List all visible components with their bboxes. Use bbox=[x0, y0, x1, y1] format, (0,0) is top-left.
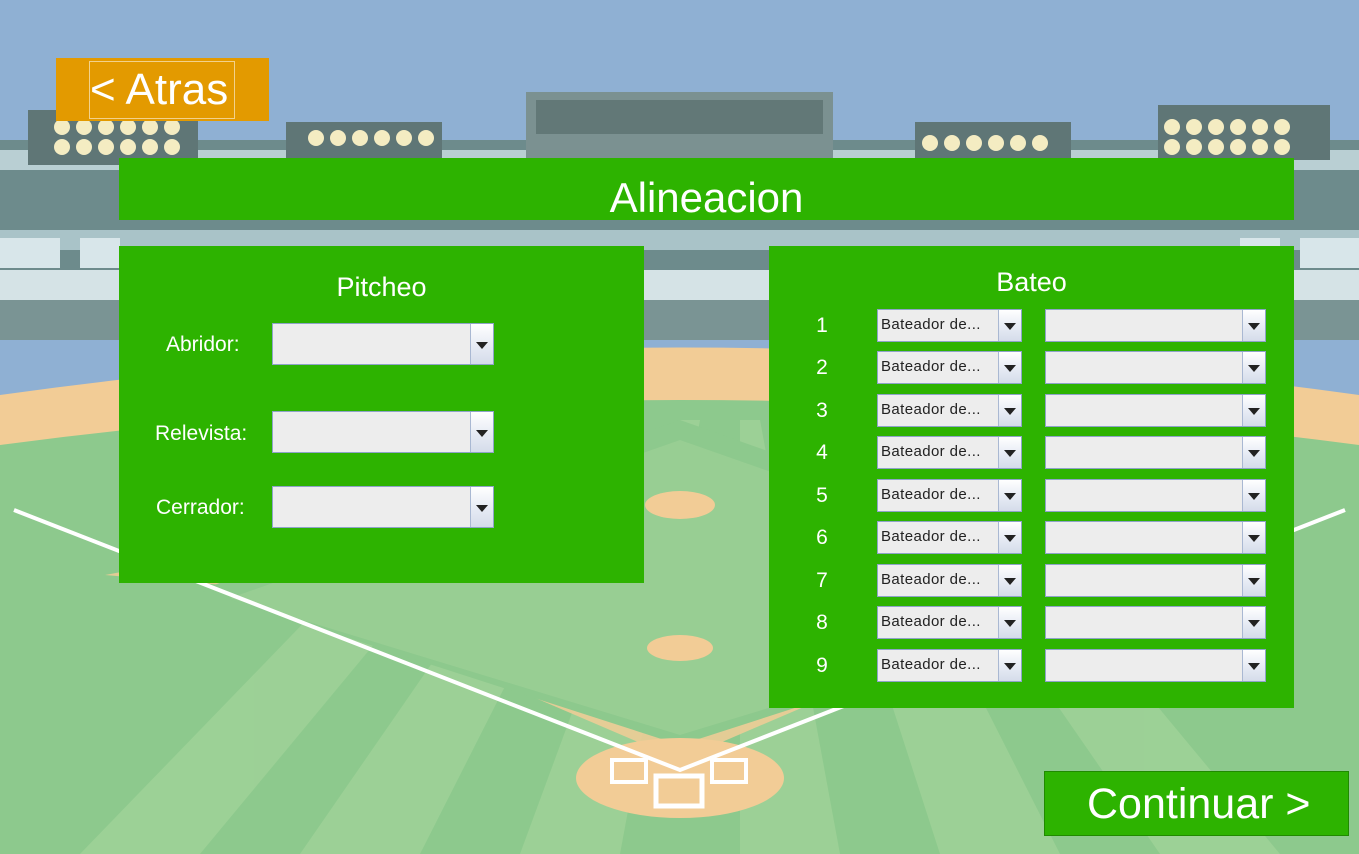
starter-select[interactable] bbox=[272, 323, 494, 365]
batter-player-value bbox=[1049, 565, 1239, 596]
chevron-down-icon[interactable] bbox=[998, 522, 1021, 553]
chevron-down-icon[interactable] bbox=[998, 565, 1021, 596]
chevron-down-icon[interactable] bbox=[470, 324, 493, 364]
chevron-down-icon[interactable] bbox=[1242, 395, 1265, 426]
batter-player-select[interactable] bbox=[1045, 436, 1266, 469]
chevron-down-icon[interactable] bbox=[1242, 607, 1265, 638]
batter-player-select[interactable] bbox=[1045, 649, 1266, 682]
batting-panel: Bateo 1 Bateador de... 2 Bateador de... … bbox=[769, 246, 1294, 708]
back-button-label: < Atras bbox=[90, 65, 229, 114]
batter-player-value bbox=[1049, 480, 1239, 511]
starter-label: Abridor: bbox=[166, 333, 240, 356]
batter-player-value bbox=[1049, 522, 1239, 553]
batter-role-select[interactable]: Bateador de... bbox=[877, 394, 1022, 427]
batter-role-value: Bateador de... bbox=[881, 358, 981, 375]
chevron-down-icon[interactable] bbox=[998, 437, 1021, 468]
chevron-down-icon[interactable] bbox=[1242, 352, 1265, 383]
reliever-select[interactable] bbox=[272, 411, 494, 453]
batter-role-value: Bateador de... bbox=[881, 528, 981, 545]
batter-player-select[interactable] bbox=[1045, 606, 1266, 639]
batting-order-number: 9 bbox=[816, 654, 828, 677]
batter-role-value: Bateador de... bbox=[881, 401, 981, 418]
closer-select[interactable] bbox=[272, 486, 494, 528]
starter-select-value bbox=[276, 324, 467, 364]
batter-player-value bbox=[1049, 352, 1239, 383]
batter-role-value: Bateador de... bbox=[881, 571, 981, 588]
closer-label: Cerrador: bbox=[156, 496, 245, 519]
batting-order-number: 2 bbox=[816, 356, 828, 379]
chevron-down-icon[interactable] bbox=[998, 352, 1021, 383]
chevron-down-icon[interactable] bbox=[1242, 310, 1265, 341]
pitching-panel: Pitcheo Abridor: Relevista: Cerrador: bbox=[119, 246, 644, 583]
batting-order-number: 1 bbox=[816, 314, 828, 337]
batting-order-number: 6 bbox=[816, 526, 828, 549]
chevron-down-icon[interactable] bbox=[998, 395, 1021, 426]
batter-role-select[interactable]: Bateador de... bbox=[877, 351, 1022, 384]
batter-role-select[interactable]: Bateador de... bbox=[877, 649, 1022, 682]
batting-order-number: 4 bbox=[816, 441, 828, 464]
batter-role-select[interactable]: Bateador de... bbox=[877, 309, 1022, 342]
batter-player-value bbox=[1049, 310, 1239, 341]
batting-order-number: 7 bbox=[816, 569, 828, 592]
batter-role-select[interactable]: Bateador de... bbox=[877, 479, 1022, 512]
batting-heading: Bateo bbox=[996, 267, 1067, 297]
chevron-down-icon[interactable] bbox=[1242, 480, 1265, 511]
batter-player-value bbox=[1049, 607, 1239, 638]
batting-order-number: 8 bbox=[816, 611, 828, 634]
batter-role-select[interactable]: Bateador de... bbox=[877, 606, 1022, 639]
batter-player-select[interactable] bbox=[1045, 479, 1266, 512]
batting-order-number: 3 bbox=[816, 399, 828, 422]
back-button[interactable]: < Atras bbox=[56, 58, 269, 121]
chevron-down-icon[interactable] bbox=[470, 412, 493, 452]
batter-role-value: Bateador de... bbox=[881, 486, 981, 503]
chevron-down-icon[interactable] bbox=[1242, 650, 1265, 681]
batter-role-select[interactable]: Bateador de... bbox=[877, 521, 1022, 554]
pitching-heading: Pitcheo bbox=[336, 272, 427, 302]
continue-button-label: Continuar > bbox=[1087, 780, 1311, 828]
batter-player-value bbox=[1049, 650, 1239, 681]
batter-role-value: Bateador de... bbox=[881, 613, 981, 630]
chevron-down-icon[interactable] bbox=[998, 310, 1021, 341]
reliever-label: Relevista: bbox=[155, 422, 248, 445]
batter-role-select[interactable]: Bateador de... bbox=[877, 436, 1022, 469]
batter-player-value bbox=[1049, 395, 1239, 426]
chevron-down-icon[interactable] bbox=[1242, 437, 1265, 468]
chevron-down-icon[interactable] bbox=[1242, 522, 1265, 553]
batter-role-value: Bateador de... bbox=[881, 443, 981, 460]
chevron-down-icon[interactable] bbox=[998, 607, 1021, 638]
chevron-down-icon[interactable] bbox=[1242, 565, 1265, 596]
continue-button[interactable]: Continuar > bbox=[1044, 771, 1349, 836]
batter-player-select[interactable] bbox=[1045, 351, 1266, 384]
batter-role-select[interactable]: Bateador de... bbox=[877, 564, 1022, 597]
batter-player-select[interactable] bbox=[1045, 564, 1266, 597]
batter-player-value bbox=[1049, 437, 1239, 468]
batter-role-value: Bateador de... bbox=[881, 656, 981, 673]
chevron-down-icon[interactable] bbox=[470, 487, 493, 527]
page-title: Alineacion bbox=[119, 158, 1294, 221]
batting-order-number: 5 bbox=[816, 484, 828, 507]
batter-player-select[interactable] bbox=[1045, 394, 1266, 427]
chevron-down-icon[interactable] bbox=[998, 480, 1021, 511]
closer-select-value bbox=[276, 487, 467, 527]
reliever-select-value bbox=[276, 412, 467, 452]
chevron-down-icon[interactable] bbox=[998, 650, 1021, 681]
batter-role-value: Bateador de... bbox=[881, 316, 981, 333]
batter-player-select[interactable] bbox=[1045, 521, 1266, 554]
batter-player-select[interactable] bbox=[1045, 309, 1266, 342]
